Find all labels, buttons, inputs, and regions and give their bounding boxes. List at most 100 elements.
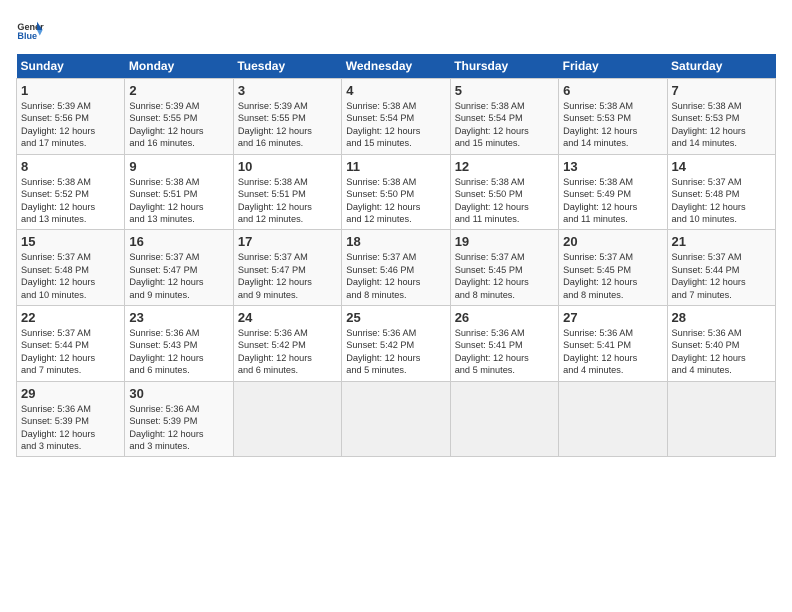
day-cell: 3Sunrise: 5:39 AMSunset: 5:55 PMDaylight… <box>233 79 341 155</box>
info-line: and 16 minutes. <box>238 138 303 148</box>
day-info: Sunrise: 5:36 AMSunset: 5:43 PMDaylight:… <box>129 327 228 377</box>
info-line: Daylight: 12 hours <box>21 353 95 363</box>
info-line: Sunset: 5:51 PM <box>238 189 306 199</box>
info-line: Sunrise: 5:36 AM <box>21 404 91 414</box>
day-info: Sunrise: 5:39 AMSunset: 5:56 PMDaylight:… <box>21 100 120 150</box>
weekday-header-tuesday: Tuesday <box>233 54 341 79</box>
day-number: 21 <box>672 234 771 249</box>
info-line: and 13 minutes. <box>21 214 86 224</box>
info-line: Daylight: 12 hours <box>455 353 529 363</box>
info-line: Daylight: 12 hours <box>563 202 637 212</box>
weekday-header-monday: Monday <box>125 54 233 79</box>
day-info: Sunrise: 5:36 AMSunset: 5:40 PMDaylight:… <box>672 327 771 377</box>
info-line: Sunrise: 5:38 AM <box>346 101 416 111</box>
day-info: Sunrise: 5:38 AMSunset: 5:53 PMDaylight:… <box>563 100 662 150</box>
info-line: Sunset: 5:52 PM <box>21 189 89 199</box>
day-number: 9 <box>129 159 228 174</box>
info-line: and 11 minutes. <box>563 214 628 224</box>
day-cell: 18 Sunrise: 5:37 AM Sunset: 5:46 PM Dayligh… <box>342 230 450 306</box>
info-line: Sunset: 5:39 PM <box>129 416 197 426</box>
info-line: Sunset: 5:50 PM <box>346 189 414 199</box>
day-cell <box>559 381 667 457</box>
day-cell: 26Sunrise: 5:36 AMSunset: 5:41 PMDayligh… <box>450 306 558 382</box>
info-line: Daylight: 12 hours <box>346 277 420 287</box>
info-line: Sunset: 5:54 PM <box>346 113 414 123</box>
info-line: and 4 minutes. <box>563 365 623 375</box>
info-line: and 4 minutes. <box>672 365 732 375</box>
day-cell: 25 Sunrise: 5:36 AMSunset: 5:42 PMDayligh… <box>342 306 450 382</box>
info-line: Daylight: 12 hours <box>455 277 529 287</box>
info-line: and 13 minutes. <box>129 214 194 224</box>
info-line: and 8 minutes. <box>455 290 515 300</box>
day-info: Sunrise: 5:38 AMSunset: 5:51 PMDaylight:… <box>238 176 337 226</box>
weekday-header-friday: Friday <box>559 54 667 79</box>
day-cell: 1Sunrise: 5:39 AMSunset: 5:56 PMDaylight… <box>17 79 125 155</box>
day-number: 1 <box>21 83 120 98</box>
info-line: Sunrise: 5:38 AM <box>563 177 633 187</box>
info-line: and 7 minutes. <box>672 290 732 300</box>
day-cell: 22 Sunrise: 5:37 AMSunset: 5:44 PMDayligh… <box>17 306 125 382</box>
logo: General Blue <box>16 16 48 44</box>
day-number: 29 <box>21 386 120 401</box>
info-line: Sunset: 5:46 PM <box>346 265 414 275</box>
info-line: Sunrise: 5:37 AM <box>455 252 525 262</box>
day-info: Sunrise: 5:36 AMSunset: 5:42 PMDaylight:… <box>346 327 445 377</box>
info-line: Sunset: 5:45 PM <box>563 265 631 275</box>
info-line: Sunset: 5:55 PM <box>238 113 306 123</box>
day-number: 27 <box>563 310 662 325</box>
day-info: Sunrise: 5:37 AM Sunset: 5:46 PM Daylight:… <box>346 251 445 301</box>
info-line: Sunset: 5:42 PM <box>346 340 414 350</box>
info-line: Sunset: 5:48 PM <box>672 189 740 199</box>
day-info: Sunrise: 5:38 AMSunset: 5:51 PMDaylight:… <box>129 176 228 226</box>
info-line: Sunrise: 5:38 AM <box>346 177 416 187</box>
day-cell <box>233 381 341 457</box>
logo-icon: General Blue <box>16 16 44 44</box>
info-line: Sunrise: 5:37 AM <box>563 252 633 262</box>
day-number: 22 <box>21 310 120 325</box>
info-line: and 6 minutes. <box>238 365 298 375</box>
info-line: Sunset: 5:49 PM <box>563 189 631 199</box>
info-line: Sunset: 5:50 PM <box>455 189 523 199</box>
info-line: Sunset: 5:56 PM <box>21 113 89 123</box>
day-cell: 14Sunrise: 5:37 AMSunset: 5:48 PMDayligh… <box>667 154 775 230</box>
day-number: 2 <box>129 83 228 98</box>
info-line: Daylight: 12 hours <box>563 353 637 363</box>
day-info: Sunrise: 5:37 AMSunset: 5:48 PMDaylight:… <box>672 176 771 226</box>
week-row-5: 29Sunrise: 5:36 AMSunset: 5:39 PMDayligh… <box>17 381 776 457</box>
info-line: and 3 minutes. <box>21 441 81 451</box>
info-line: Daylight: 12 hours <box>238 126 312 136</box>
info-line: Sunrise: 5:38 AM <box>455 101 525 111</box>
day-number: 18 <box>346 234 445 249</box>
info-line: Sunrise: 5:36 AM <box>238 328 308 338</box>
info-line: Daylight: 12 hours <box>238 353 312 363</box>
day-number: 30 <box>129 386 228 401</box>
info-line: Sunset: 5:41 PM <box>455 340 523 350</box>
info-line: and 14 minutes. <box>672 138 737 148</box>
info-line: Daylight: 12 hours <box>455 126 529 136</box>
info-line: Sunrise: 5:37 AM <box>346 252 416 262</box>
info-line: and 16 minutes. <box>129 138 194 148</box>
day-cell: 29Sunrise: 5:36 AMSunset: 5:39 PMDayligh… <box>17 381 125 457</box>
day-number: 19 <box>455 234 554 249</box>
info-line: Sunrise: 5:39 AM <box>21 101 91 111</box>
info-line: Sunset: 5:53 PM <box>563 113 631 123</box>
day-cell <box>450 381 558 457</box>
info-line: Sunset: 5:47 PM <box>129 265 197 275</box>
day-info: Sunrise: 5:37 AMSunset: 5:44 PMDaylight:… <box>21 327 120 377</box>
day-info: Sunrise: 5:38 AMSunset: 5:52 PMDaylight:… <box>21 176 120 226</box>
day-cell: 30Sunrise: 5:36 AMSunset: 5:39 PMDayligh… <box>125 381 233 457</box>
day-number: 25 <box>346 310 445 325</box>
day-info: Sunrise: 5:36 AMSunset: 5:42 PMDaylight:… <box>238 327 337 377</box>
weekday-header-wednesday: Wednesday <box>342 54 450 79</box>
info-line: and 5 minutes. <box>455 365 515 375</box>
day-info: Sunrise: 5:38 AMSunset: 5:50 PMDaylight:… <box>346 176 445 226</box>
info-line: Sunset: 5:55 PM <box>129 113 197 123</box>
info-line: Sunset: 5:40 PM <box>672 340 740 350</box>
day-cell: 10Sunrise: 5:38 AMSunset: 5:51 PMDayligh… <box>233 154 341 230</box>
info-line: Sunrise: 5:38 AM <box>21 177 91 187</box>
day-cell <box>667 381 775 457</box>
day-cell: 2Sunrise: 5:39 AMSunset: 5:55 PMDaylight… <box>125 79 233 155</box>
info-line: Sunset: 5:51 PM <box>129 189 197 199</box>
day-cell <box>342 381 450 457</box>
info-line: Daylight: 12 hours <box>563 277 637 287</box>
